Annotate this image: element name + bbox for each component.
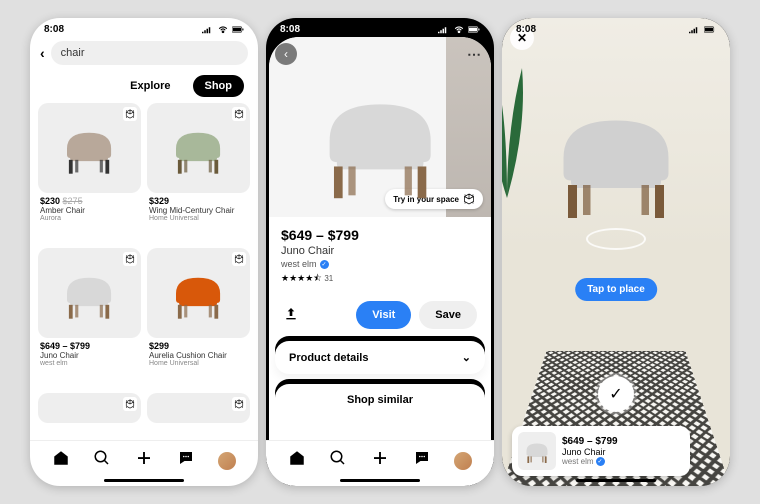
product-title: Juno Chair (281, 245, 479, 257)
messages-icon[interactable] (413, 449, 431, 472)
phone-product-detail: 8:08 ‹ ⋯ Try in your space $649 – $799 J… (266, 18, 494, 486)
ar-product-card[interactable]: $649 – $799 Juno Chair west elm✓ (512, 426, 690, 476)
shop-similar-section[interactable]: Shop similar (275, 384, 485, 410)
price: $649 – $799 (40, 341, 90, 351)
search-row: ‹ chair (30, 37, 258, 69)
status-bar: 8:08 (30, 18, 258, 37)
brand: Home Universal (149, 215, 248, 222)
product-card[interactable]: $230 $275 Amber Chair Aurora (38, 103, 141, 242)
search-icon[interactable] (93, 449, 111, 472)
plant-decor (502, 58, 532, 198)
phone-search-results: 8:08 ‹ chair Explore Shop $230 $275 Ambe… (30, 18, 258, 486)
create-icon[interactable] (371, 449, 389, 472)
filter-tabs: Explore Shop (30, 69, 258, 103)
profile-avatar[interactable] (454, 452, 472, 470)
brand: west elm✓ (562, 457, 618, 466)
ar-icon (232, 252, 246, 266)
clock: 8:08 (516, 24, 536, 35)
price: $649 – $799 (562, 436, 618, 447)
home-icon[interactable] (288, 449, 306, 472)
price: $230 (40, 196, 60, 206)
product-details-accordion[interactable]: Product details ⌄ (275, 341, 485, 374)
product-name: Aurelia Cushion Chair (149, 351, 248, 360)
status-bar: 8:08 (266, 18, 494, 37)
product-card[interactable]: $299 Aurelia Cushion Chair Home Universa… (147, 248, 250, 387)
chevron-down-icon: ⌄ (462, 351, 471, 364)
ar-camera-view[interactable]: 8:08 ✕ Tap to place ✓ $649 – $799 Juno C… (502, 18, 730, 486)
results-grid: $230 $275 Amber Chair Aurora $329 Wing M… (30, 103, 258, 440)
status-bar: 8:08 (502, 18, 730, 37)
home-indicator (104, 479, 184, 482)
price: $649 – $799 (281, 227, 479, 243)
rating[interactable]: ★★★★⯪ 31 (281, 271, 479, 287)
share-icon[interactable] (283, 306, 299, 325)
home-icon[interactable] (52, 449, 70, 472)
clock: 8:08 (44, 24, 64, 35)
ar-icon (232, 107, 246, 121)
product-card[interactable]: $329 Wing Mid-Century Chair Home Univers… (147, 103, 250, 242)
placement-ring (586, 228, 646, 250)
product-name: Juno Chair (562, 447, 618, 457)
ar-icon (232, 397, 246, 411)
product-name: Wing Mid-Century Chair (149, 206, 248, 215)
ar-icon (123, 397, 137, 411)
old-price: $275 (63, 196, 83, 206)
price: $329 (149, 196, 169, 206)
back-button[interactable]: ‹ (40, 45, 45, 61)
product-card[interactable]: $649 – $799 Juno Chair west elm (38, 248, 141, 387)
confirm-button[interactable]: ✓ (598, 376, 634, 412)
clock: 8:08 (280, 24, 300, 35)
brand: west elm (40, 360, 139, 367)
verified-icon: ✓ (320, 260, 329, 269)
save-button[interactable]: Save (419, 301, 477, 329)
phone-ar-view: 8:08 ✕ Tap to place ✓ $649 – $799 Juno C… (502, 18, 730, 486)
create-icon[interactable] (135, 449, 153, 472)
brand: Aurora (40, 215, 139, 222)
product-name: Amber Chair (40, 206, 139, 215)
home-indicator (340, 479, 420, 482)
more-icon[interactable]: ⋯ (463, 43, 485, 65)
brand: Home Universal (149, 360, 248, 367)
home-indicator (576, 479, 656, 482)
search-input[interactable]: chair (51, 41, 248, 65)
ar-product[interactable] (541, 68, 691, 248)
back-button[interactable]: ‹ (275, 43, 297, 65)
brand-row[interactable]: west elm ✓ (281, 259, 479, 269)
status-icons (202, 25, 244, 34)
profile-avatar[interactable] (218, 452, 236, 470)
verified-icon: ✓ (596, 457, 605, 466)
price: $299 (149, 341, 169, 351)
product-card[interactable] (147, 393, 250, 440)
messages-icon[interactable] (177, 449, 195, 472)
status-icons (438, 25, 480, 34)
search-icon[interactable] (329, 449, 347, 472)
tab-shop[interactable]: Shop (193, 75, 245, 97)
product-card[interactable] (38, 393, 141, 440)
ar-icon (123, 252, 137, 266)
tab-explore[interactable]: Explore (118, 75, 182, 97)
action-row: Visit Save (269, 297, 491, 333)
tap-to-place-button[interactable]: Tap to place (575, 278, 657, 301)
visit-button[interactable]: Visit (356, 301, 411, 329)
product-hero[interactable]: ‹ ⋯ Try in your space (269, 37, 491, 217)
product-name: Juno Chair (40, 351, 139, 360)
product-info: $649 – $799 Juno Chair west elm ✓ ★★★★⯪ … (269, 217, 491, 297)
ar-icon (123, 107, 137, 121)
